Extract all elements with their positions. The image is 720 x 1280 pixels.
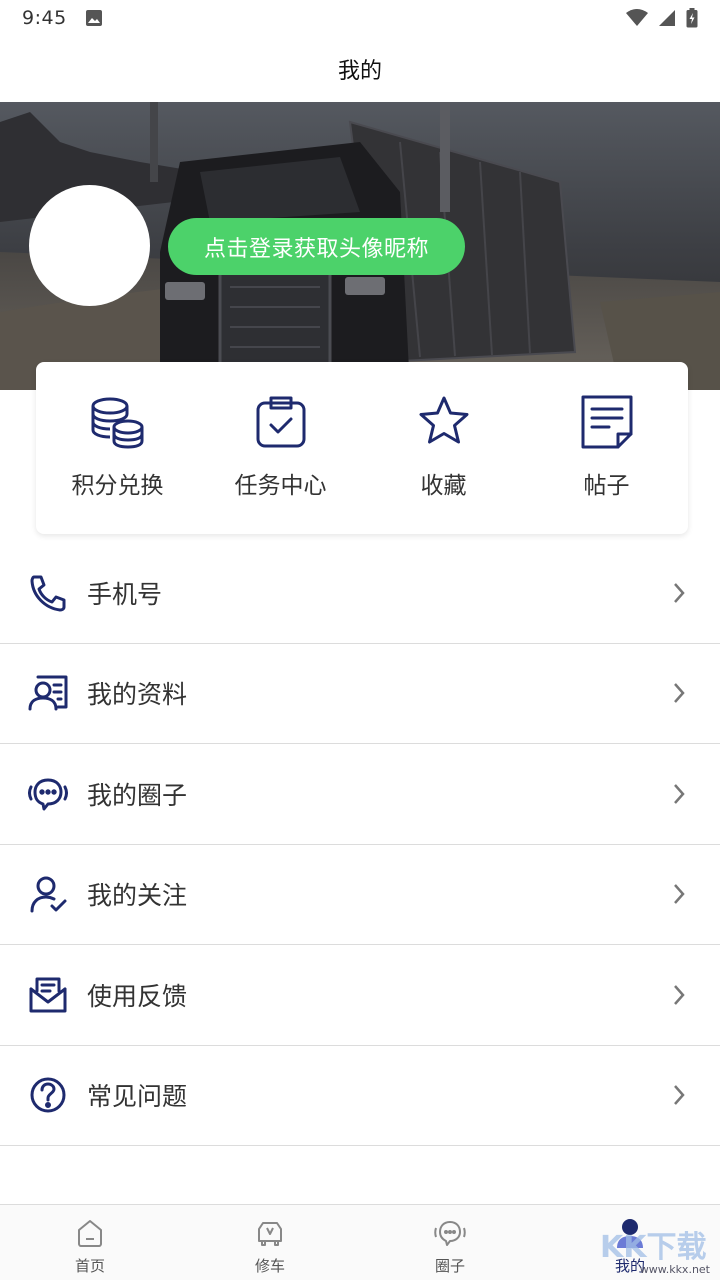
nav-item-mine[interactable]: 我的 [540, 1205, 720, 1280]
mail-icon [29, 977, 67, 1013]
nav-label: 首页 [74, 1257, 105, 1275]
chevron-right-icon [674, 683, 685, 704]
nav-label: 我的 [614, 1257, 645, 1275]
question-icon [30, 1077, 66, 1113]
battery-icon [686, 8, 698, 28]
quick-action-label: 积分兑换 [71, 473, 164, 499]
quick-action-favorites[interactable]: 收藏 [362, 362, 525, 534]
menu-item-my-circles[interactable]: 我的圈子 [0, 744, 720, 845]
signal-icon [659, 10, 675, 26]
nav-item-home[interactable]: 首页 [0, 1205, 180, 1280]
bottom-nav: 首页 修车 圈子 我的 [0, 1204, 720, 1280]
menu-item-label: 我的圈子 [87, 780, 188, 810]
home-icon [78, 1220, 102, 1247]
nav-label: 修车 [254, 1257, 285, 1275]
menu-item-label: 使用反馈 [87, 981, 188, 1011]
menu-item-label: 我的资料 [87, 680, 188, 710]
circle-chat-icon [434, 1221, 466, 1246]
title-bar: 我的 [0, 36, 720, 102]
image-icon [85, 10, 102, 26]
avatar[interactable] [29, 185, 150, 306]
chat-bubble-icon [28, 778, 68, 811]
menu-item-label: 手机号 [87, 579, 163, 609]
document-icon [581, 395, 632, 449]
quick-action-points-exchange[interactable]: 积分兑换 [36, 362, 199, 534]
clipboard-check-icon [256, 396, 305, 448]
star-icon [419, 396, 468, 444]
coins-icon [91, 397, 143, 449]
quick-action-label: 收藏 [420, 473, 467, 499]
status-icons [626, 8, 698, 28]
login-button[interactable]: 点击登录获取头像昵称 [168, 218, 465, 275]
menu-item-faq[interactable]: 常见问题 [0, 1046, 720, 1146]
user-icon [617, 1219, 643, 1248]
quick-action-posts[interactable]: 帖子 [525, 362, 688, 534]
status-bar: 9:45 [0, 0, 720, 36]
status-time: 9:45 [22, 7, 67, 29]
menu-list: 手机号 我的资料 我的圈子 我的关注 使用反馈 常见问题 [0, 543, 720, 1146]
menu-item-my-follows[interactable]: 我的关注 [0, 845, 720, 945]
profile-banner: 点击登录获取头像昵称 [0, 102, 720, 390]
menu-item-my-profile[interactable]: 我的资料 [0, 644, 720, 744]
nav-item-repair[interactable]: 修车 [180, 1205, 360, 1280]
phone-icon [30, 575, 66, 612]
quick-action-label: 帖子 [583, 473, 630, 499]
quick-actions-card: 积分兑换 任务中心 收藏 帖子 [36, 362, 688, 534]
menu-item-label: 我的关注 [87, 881, 188, 911]
wifi-icon [626, 9, 648, 26]
menu-item-phone[interactable]: 手机号 [0, 543, 720, 644]
quick-action-label: 任务中心 [234, 473, 327, 499]
chevron-right-icon [674, 884, 685, 905]
menu-item-label: 常见问题 [87, 1082, 188, 1112]
page-title: 我的 [337, 59, 382, 84]
nav-item-circles[interactable]: 圈子 [360, 1205, 540, 1280]
nav-label: 圈子 [434, 1257, 465, 1275]
chevron-right-icon [674, 1085, 685, 1106]
chevron-right-icon [674, 582, 685, 603]
menu-item-feedback[interactable]: 使用反馈 [0, 945, 720, 1046]
profile-card-icon [28, 675, 68, 711]
chevron-right-icon [674, 783, 685, 804]
quick-action-task-center[interactable]: 任务中心 [199, 362, 362, 534]
chevron-right-icon [674, 984, 685, 1005]
repair-icon [258, 1222, 282, 1246]
user-check-icon [30, 876, 67, 913]
